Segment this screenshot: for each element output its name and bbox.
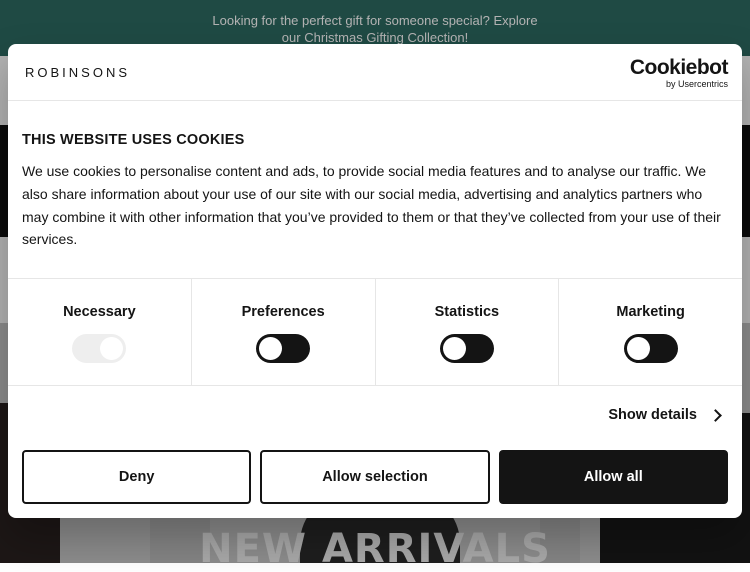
marketing-toggle[interactable] [623, 334, 678, 363]
toggle-knob [626, 337, 650, 360]
consent-label-marketing: Marketing [616, 304, 685, 320]
show-details-label: Show details [608, 407, 697, 423]
consent-statistics: Statistics [376, 279, 560, 385]
consent-label-necessary: Necessary [63, 304, 136, 320]
toggle-knob [259, 337, 283, 360]
consent-label-statistics: Statistics [434, 304, 500, 320]
consent-necessary: Necessary [8, 279, 192, 385]
dialog-body: THIS WEBSITE USES COOKIES We use cookies… [22, 132, 728, 251]
brand-logo: ROBINSONS [25, 65, 131, 80]
toggle-knob [442, 337, 466, 360]
consent-categories: Necessary Preferences Statistics Marketi… [8, 278, 742, 386]
necessary-toggle [72, 334, 127, 363]
show-details-link[interactable]: Show details [608, 407, 722, 423]
deny-button[interactable]: Deny [22, 450, 252, 504]
allow-selection-button[interactable]: Allow selection [260, 450, 490, 504]
cookiebot-sub: by Usercentrics [665, 79, 728, 89]
cookie-consent-dialog: ROBINSONS Cookiebot by Usercentrics THIS… [8, 44, 742, 518]
statistics-toggle[interactable] [439, 334, 494, 363]
consent-button-row: Deny Allow selection Allow all [22, 450, 728, 504]
chevron-right-icon [709, 409, 722, 422]
allow-all-button[interactable]: Allow all [498, 450, 728, 504]
cookiebot-logo[interactable]: Cookiebot by Usercentrics [629, 56, 729, 90]
consent-label-preferences: Preferences [241, 304, 325, 320]
dialog-header: ROBINSONS Cookiebot by Usercentrics [8, 44, 742, 101]
toggle-knob [100, 337, 124, 360]
dialog-title: THIS WEBSITE USES COOKIES [22, 132, 245, 148]
cookiebot-name: Cookiebot [629, 56, 729, 79]
preferences-toggle[interactable] [256, 334, 311, 363]
consent-marketing: Marketing [559, 279, 742, 385]
consent-preferences: Preferences [192, 279, 376, 385]
dialog-description: We use cookies to personalise content an… [22, 163, 721, 248]
